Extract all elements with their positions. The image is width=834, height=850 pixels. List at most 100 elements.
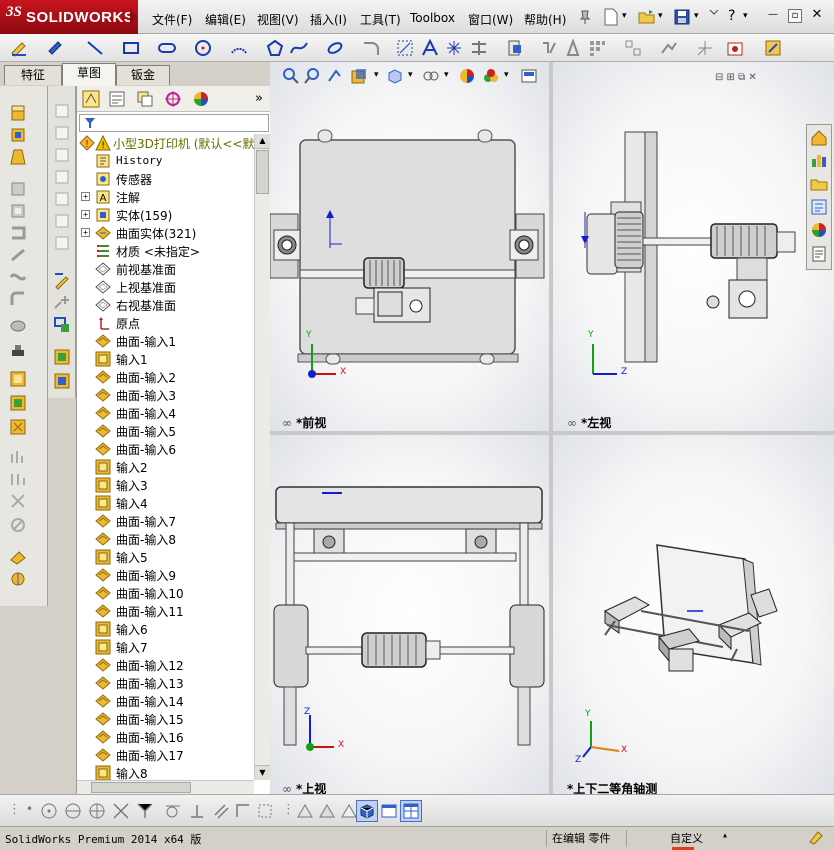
extruded-cut-icon[interactable] xyxy=(9,180,27,198)
menu-view[interactable]: 视图(V) xyxy=(257,11,299,28)
tab-features[interactable]: 特征 xyxy=(4,65,62,85)
hidden-lines-icon[interactable] xyxy=(318,802,336,820)
tree-item[interactable]: 输入1 xyxy=(77,350,257,368)
design-library-icon[interactable] xyxy=(810,151,828,169)
linear-pattern-icon[interactable] xyxy=(588,39,606,57)
tree-root-part[interactable]: !! 小型3D打印机 (默认<<默认 xyxy=(77,134,266,152)
revolved-boss-icon[interactable] xyxy=(9,126,27,144)
deform-icon[interactable] xyxy=(53,146,71,164)
tree-item[interactable]: 曲面-输入4 xyxy=(77,404,257,422)
linear-pattern-feature-icon[interactable] xyxy=(9,370,27,388)
split-line-icon[interactable] xyxy=(53,212,71,230)
solidworks-logo[interactable]: 3S SOLIDWORKS xyxy=(0,0,138,34)
menu-window[interactable]: 窗口(W) xyxy=(468,11,513,28)
tree-item[interactable]: 输入5 xyxy=(77,548,257,566)
tree-item[interactable]: 曲面-输入17 xyxy=(77,746,257,764)
tree-item[interactable]: + 曲面实体(321) xyxy=(77,224,257,242)
tree-item[interactable]: 曲面-输入14 xyxy=(77,692,257,710)
pin-icon[interactable] xyxy=(576,8,594,26)
expand-toggle-icon[interactable]: + xyxy=(81,228,90,237)
tree-item[interactable]: 曲面-输入8 xyxy=(77,530,257,548)
move-entities-icon[interactable] xyxy=(564,39,582,57)
surface-planar-icon[interactable] xyxy=(53,348,71,366)
tree-item[interactable]: 传感器 xyxy=(77,170,257,188)
open-dropdown-icon[interactable]: ▾ xyxy=(658,11,663,21)
wireframe-icon[interactable] xyxy=(296,802,314,820)
horizontal-snap-icon[interactable] xyxy=(234,802,252,820)
freeform-icon[interactable] xyxy=(53,190,71,208)
fillet-icon[interactable] xyxy=(362,39,380,57)
tree-item[interactable]: 输入3 xyxy=(77,476,257,494)
tree-item[interactable]: 曲面-输入16 xyxy=(77,728,257,746)
display-manager-tab-icon[interactable] xyxy=(192,90,210,108)
custom-properties-icon[interactable] xyxy=(810,245,828,263)
rib-icon[interactable] xyxy=(9,394,27,412)
reference-geometry-icon[interactable] xyxy=(9,548,27,566)
repair-sketch-icon[interactable] xyxy=(660,39,678,57)
block-icon[interactable] xyxy=(53,316,71,334)
quick-snaps-icon[interactable] xyxy=(696,39,714,57)
menu-tools[interactable]: 工具(T) xyxy=(360,11,401,28)
tree-hscroll-thumb[interactable] xyxy=(91,782,191,793)
polygon-icon[interactable] xyxy=(266,39,284,57)
fillet-feature-icon[interactable] xyxy=(9,290,27,308)
tree-item[interactable]: 输入2 xyxy=(77,458,257,476)
add-relation-icon[interactable] xyxy=(53,294,71,312)
rapid-sketch-icon[interactable] xyxy=(726,39,744,57)
viewport-front[interactable]: Y X ∞ *前视 xyxy=(270,62,549,431)
viewport-left[interactable]: Y Z ∞ *左视 ⊟ ⊞ ⧉ ✕ xyxy=(553,62,834,431)
display-relations-icon[interactable] xyxy=(624,39,642,57)
tree-item[interactable]: 前视基准面 xyxy=(77,260,257,278)
viewport-top[interactable]: Z X ∞ *上视 xyxy=(270,435,549,794)
zoom-to-area-icon[interactable] xyxy=(304,67,322,85)
smart-dimension-icon[interactable] xyxy=(46,39,64,57)
tab-sheet-metal[interactable]: 钣金 xyxy=(116,65,170,85)
draft-icon[interactable] xyxy=(9,448,27,466)
shaded-display-button[interactable] xyxy=(356,800,378,822)
midpoint-snap-icon[interactable] xyxy=(64,802,82,820)
hole-wizard-icon[interactable] xyxy=(9,342,27,360)
swept-boss-icon[interactable] xyxy=(9,148,27,166)
parallel-snap-icon[interactable] xyxy=(212,802,230,820)
single-view-icon[interactable] xyxy=(380,802,398,820)
new-document-icon[interactable] xyxy=(602,8,620,26)
tree-item[interactable]: 上视基准面 xyxy=(77,278,257,296)
surface-knit-icon[interactable] xyxy=(53,372,71,390)
text-icon[interactable] xyxy=(421,39,439,57)
lofted-cut-icon[interactable] xyxy=(9,246,27,264)
appearances-scenes-icon[interactable] xyxy=(810,221,828,239)
save-dropdown-icon[interactable]: ▾ xyxy=(694,11,699,21)
property-manager-tab-icon[interactable] xyxy=(108,90,126,108)
tree-filter-input[interactable] xyxy=(79,114,269,132)
tree-item[interactable]: 右视基准面 xyxy=(77,296,257,314)
tree-vertical-scrollbar[interactable]: ▲ ▼ xyxy=(254,134,270,780)
tree-item[interactable]: 输入6 xyxy=(77,620,257,638)
extruded-boss-icon[interactable] xyxy=(9,104,27,122)
perpendicular-snap-icon[interactable] xyxy=(188,802,206,820)
help-dropdown-icon[interactable]: ▾ xyxy=(743,11,748,21)
intersection-snap-icon[interactable] xyxy=(112,802,130,820)
feature-manager-tab-icon[interactable] xyxy=(82,90,100,108)
tree-item[interactable]: 曲面-输入2 xyxy=(77,368,257,386)
sketch-icon[interactable] xyxy=(10,39,28,57)
point-icon[interactable] xyxy=(445,39,463,57)
four-view-button[interactable] xyxy=(400,800,422,822)
view-settings-icon[interactable] xyxy=(520,67,538,85)
menu-file[interactable]: 文件(F) xyxy=(152,11,192,28)
graphics-area[interactable]: Y X ∞ *前视 Y Z ∞ *左视 ⊟ ⊞ ⧉ ✕ Z X ∞ *上视 Y … xyxy=(270,62,834,794)
tree-item[interactable]: 材质 <未指定> xyxy=(77,242,257,260)
offset-icon[interactable] xyxy=(396,39,414,57)
instant2d-icon[interactable] xyxy=(764,39,782,57)
expand-toggle-icon[interactable]: + xyxy=(81,192,90,201)
menu-help[interactable]: 帮助(H) xyxy=(524,11,566,28)
tab-sketch[interactable]: 草图 xyxy=(62,63,116,86)
tree-item[interactable]: 曲面-输入3 xyxy=(77,386,257,404)
tree-item[interactable]: 曲面-输入15 xyxy=(77,710,257,728)
tangent-snap-icon[interactable] xyxy=(164,802,182,820)
swept-cut-icon[interactable] xyxy=(9,224,27,242)
trim-icon[interactable] xyxy=(470,39,488,57)
tree-scroll-thumb[interactable] xyxy=(256,150,269,194)
viewport-vertical-divider[interactable] xyxy=(549,62,553,794)
close-button[interactable]: ✕ xyxy=(810,8,824,23)
help-question-icon[interactable]: ? xyxy=(728,8,735,24)
